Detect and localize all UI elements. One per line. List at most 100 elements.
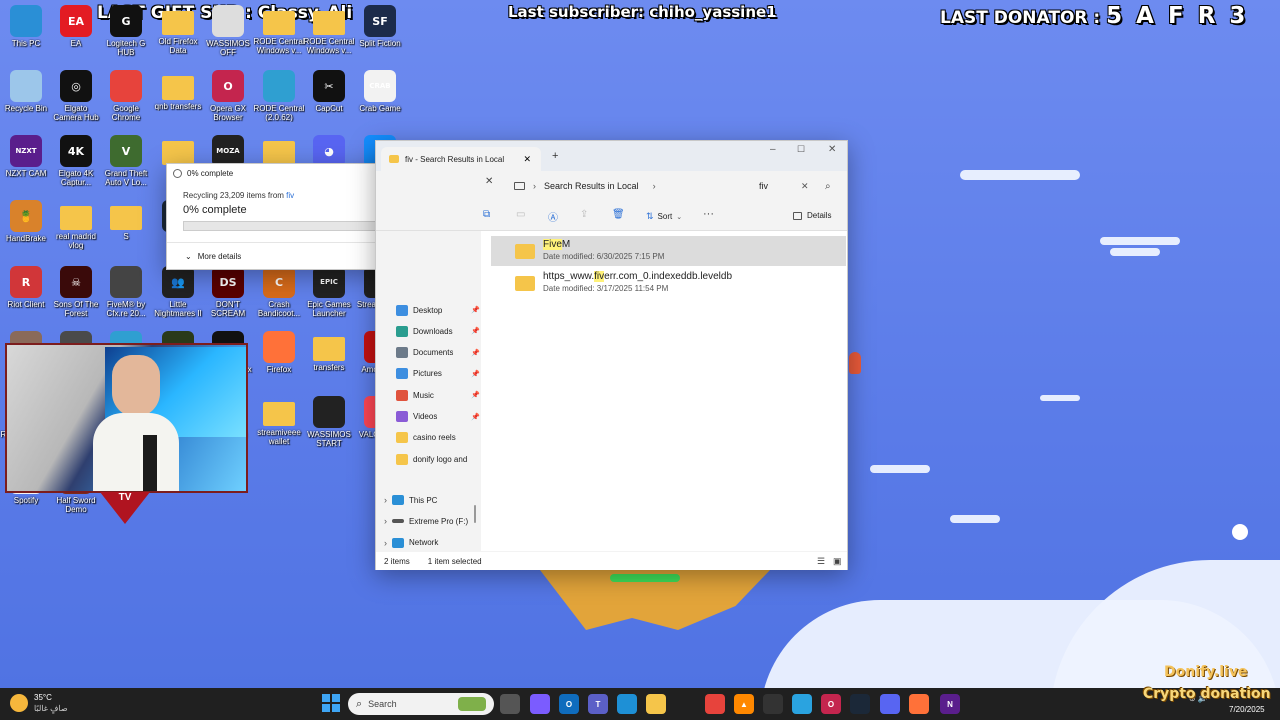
desktop-icon[interactable]: EPIC Epic Games Launcher bbox=[303, 266, 355, 328]
sidebar-item[interactable]: donify logo and bbox=[396, 450, 474, 468]
chevron-right-icon[interactable]: › bbox=[384, 538, 387, 548]
clock-date[interactable]: 7/20/2025 bbox=[1229, 705, 1265, 714]
sidebar-item[interactable]: Music 📌 bbox=[396, 386, 480, 404]
address-bar[interactable]: › Search Results in Local › bbox=[514, 175, 740, 197]
list-view-icon[interactable]: ☰ bbox=[817, 556, 825, 567]
table-row[interactable]: https_www.fiverr.com_0.indexeddb.leveldb… bbox=[491, 268, 846, 298]
desktop-icon[interactable]: V Grand Theft Auto V Lo... bbox=[100, 135, 152, 197]
close-tab-icon[interactable]: ✕ bbox=[523, 154, 531, 165]
steam-icon[interactable] bbox=[850, 694, 870, 714]
nzxt-icon[interactable]: N bbox=[940, 694, 960, 714]
sidebar-item[interactable]: casino reels bbox=[396, 429, 474, 447]
desktop-icon-label: Split Fiction bbox=[359, 39, 401, 48]
desktop-icon[interactable]: WASSIMOS OFF bbox=[202, 5, 254, 67]
tiles-view-icon[interactable]: ▣ bbox=[833, 556, 842, 567]
desktop-icon[interactable]: Firefox bbox=[253, 331, 305, 393]
desktop-icon[interactable]: real madrid vlog bbox=[50, 200, 102, 262]
folder-icon bbox=[162, 141, 194, 165]
source-link[interactable]: fiv bbox=[286, 191, 294, 200]
desktop-icon[interactable]: S bbox=[100, 200, 152, 262]
close-button[interactable]: ✕ bbox=[828, 144, 836, 155]
new-tab-button[interactable]: + bbox=[552, 150, 558, 162]
webcam-feed bbox=[5, 343, 248, 493]
last-subscriber-overlay: Last subscriber: chiho_yassine1 bbox=[508, 3, 777, 21]
sort-button[interactable]: ⇅ Sort ⌄ bbox=[646, 211, 682, 222]
start-button[interactable] bbox=[322, 694, 340, 712]
details-pane-button[interactable]: Details bbox=[793, 211, 831, 220]
copilot-icon[interactable] bbox=[530, 694, 550, 714]
desktop-icon[interactable]: G Logitech G HUB bbox=[100, 5, 152, 67]
desktop-icon[interactable]: 🍍 HandBrake bbox=[0, 200, 52, 262]
desktop-icon[interactable]: FiveM® by Cfx.re 20... bbox=[100, 266, 152, 328]
chrome-icon[interactable] bbox=[705, 694, 725, 714]
edge-icon[interactable] bbox=[617, 694, 637, 714]
sidebar-item[interactable]: › This PC bbox=[384, 491, 462, 509]
delete-icon[interactable]: 🗑 bbox=[612, 209, 625, 220]
opera-icon[interactable]: O bbox=[821, 694, 841, 714]
desktop-icon[interactable]: R Riot Client bbox=[0, 266, 52, 328]
minimize-button[interactable]: – bbox=[770, 144, 776, 155]
taskbar-search[interactable]: ⌕ Search bbox=[348, 693, 494, 715]
desktop-icon[interactable]: O Opera GX Browser bbox=[202, 70, 254, 132]
teams-icon[interactable]: T bbox=[588, 694, 608, 714]
file-explorer-icon[interactable] bbox=[646, 694, 666, 714]
desktop-icon[interactable]: RODE Central Windows v... bbox=[303, 5, 355, 67]
sidebar-item[interactable]: › Network bbox=[384, 534, 462, 552]
desktop-icon[interactable]: Recycle Bin bbox=[0, 70, 52, 132]
more-options-icon[interactable]: ··· bbox=[703, 208, 714, 220]
firefox-icon[interactable] bbox=[909, 694, 929, 714]
cloud bbox=[1040, 395, 1080, 401]
task-view-icon[interactable] bbox=[500, 694, 520, 714]
search-box[interactable]: fiv ✕ ⌕ bbox=[754, 175, 839, 197]
more-details-toggle[interactable]: ⌄ More details bbox=[185, 252, 241, 261]
desktop-icon[interactable]: C Crash Bandicoot... bbox=[253, 266, 305, 328]
sidebar-item[interactable]: Desktop 📌 bbox=[396, 301, 480, 319]
table-row[interactable]: FiveM Date modified: 6/30/2025 7:15 PM bbox=[491, 236, 846, 266]
sidebar-item[interactable]: Videos 📌 bbox=[396, 408, 480, 426]
desktop-icon[interactable]: 4K Elgato 4K Captur... bbox=[50, 135, 102, 197]
sidebar-item[interactable]: Downloads 📌 bbox=[396, 322, 480, 340]
sidebar-item[interactable]: Pictures 📌 bbox=[396, 365, 480, 383]
telegram-icon[interactable] bbox=[792, 694, 812, 714]
vlc-icon[interactable]: ▲ bbox=[734, 694, 754, 714]
search-icon[interactable]: ⌕ bbox=[825, 181, 831, 192]
copy-icon[interactable]: ⧉ bbox=[483, 209, 490, 220]
desktop-icon[interactable]: Google Chrome bbox=[100, 70, 152, 132]
desktop-icon-label: Half Sword Demo bbox=[56, 496, 96, 514]
clear-search-icon[interactable]: ✕ bbox=[801, 181, 809, 192]
desktop-icon[interactable]: DS DON'T SCREAM bbox=[202, 266, 254, 328]
maximize-button[interactable]: ☐ bbox=[797, 144, 805, 155]
desktop-icon[interactable]: RODE Central (2.0.62) bbox=[253, 70, 305, 132]
chevron-right-icon[interactable]: › bbox=[384, 516, 387, 526]
sidebar-item[interactable]: › Extreme Pro (F:) bbox=[384, 512, 468, 530]
desktop-icon[interactable]: ☠ Sons Of The Forest bbox=[50, 266, 102, 328]
cancel-search-icon[interactable]: ✕ bbox=[485, 176, 493, 187]
desktop-icon[interactable]: NZXT NZXT CAM bbox=[0, 135, 52, 197]
desktop-icon[interactable]: streamiveee wallet bbox=[253, 396, 305, 458]
search-input[interactable]: fiv bbox=[759, 181, 768, 191]
desktop-icon[interactable]: Old Firefox Data bbox=[152, 5, 204, 67]
desktop-icon[interactable]: ✂ CapCut bbox=[303, 70, 355, 132]
sidebar-item[interactable]: Documents 📌 bbox=[396, 344, 480, 362]
nav-scrollbar[interactable] bbox=[474, 505, 476, 523]
discord-icon[interactable] bbox=[880, 694, 900, 714]
desktop-icon[interactable]: transfers bbox=[303, 331, 355, 393]
desktop-icon[interactable]: SF Split Fiction bbox=[354, 5, 406, 67]
chevron-right-icon[interactable]: › bbox=[384, 495, 387, 505]
desktop-icon[interactable]: RODE Central Windows v... bbox=[253, 5, 305, 67]
sidebar-item-label: Pictures bbox=[413, 369, 442, 379]
tab-search-results[interactable]: fiv - Search Results in Local ✕ bbox=[381, 147, 541, 171]
desktop-icon[interactable]: CRAB Crab Game bbox=[354, 70, 406, 132]
outlook-icon[interactable]: O bbox=[559, 694, 579, 714]
github-icon[interactable] bbox=[763, 694, 783, 714]
folder-icon bbox=[389, 155, 399, 163]
weather-widget[interactable]: 35°C صافٍ غالبًا bbox=[10, 692, 68, 714]
desktop-icon[interactable]: 👥 Little Nightmares II bbox=[152, 266, 204, 328]
desktop-icon-label: qnb transfers bbox=[154, 102, 202, 111]
desktop-icon[interactable]: qnb transfers bbox=[152, 70, 204, 132]
desktop-icon[interactable]: EA EA bbox=[50, 5, 102, 67]
desktop-icon[interactable]: WASSIMOS START bbox=[303, 396, 355, 458]
rename-icon[interactable]: Ⓐ bbox=[548, 209, 558, 224]
desktop-icon[interactable]: This PC bbox=[0, 5, 52, 67]
desktop-icon[interactable]: ◎ Elgato Camera Hub bbox=[50, 70, 102, 132]
